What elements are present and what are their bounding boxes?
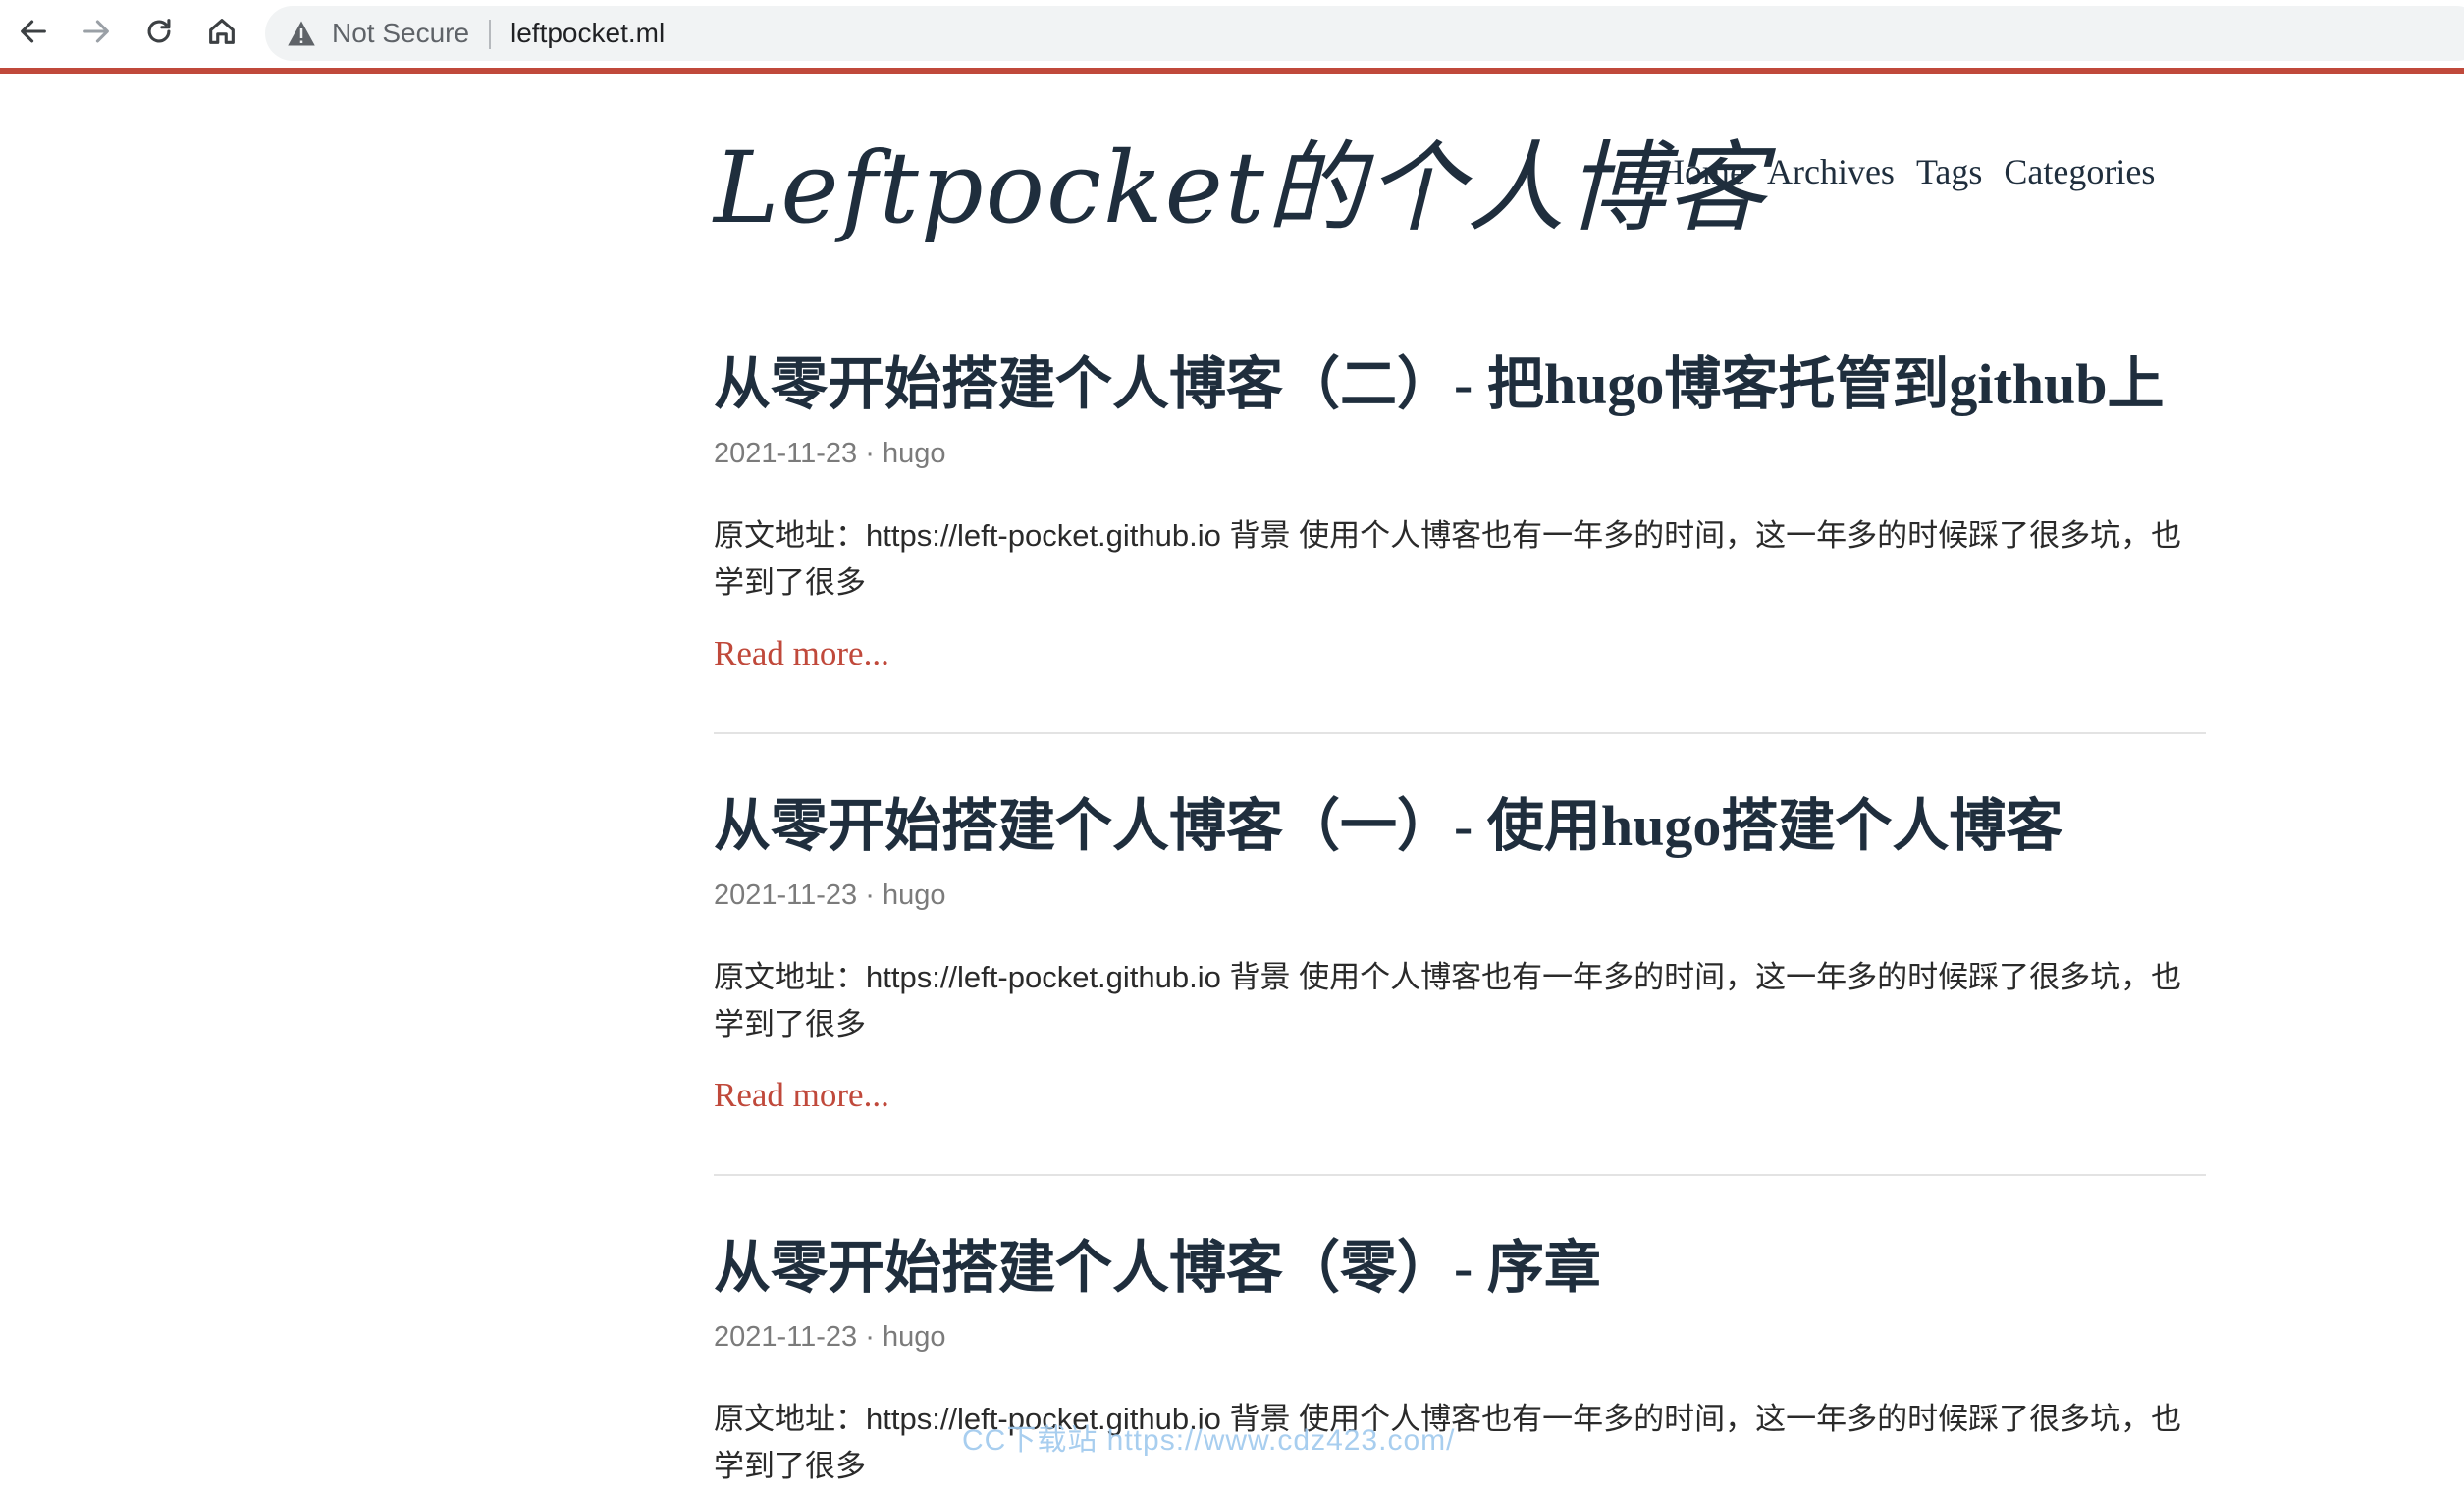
back-arrow-icon — [21, 20, 46, 43]
post-item: 从零开始搭建个人博客（零）- 序章 2021-11-23 · hugo 原文地址… — [714, 1229, 2206, 1490]
back-button[interactable] — [10, 8, 57, 55]
post-meta: 2021-11-23 · hugo — [714, 1321, 946, 1353]
read-more-link[interactable]: Read more... — [714, 1072, 889, 1119]
post-divider — [714, 732, 2206, 734]
reload-icon — [147, 19, 171, 43]
nav-categories[interactable]: Categories — [2004, 147, 2155, 196]
reload-button[interactable] — [135, 8, 183, 55]
post-excerpt: 原文地址：https://left-pocket.github.io 背景 使用… — [714, 1402, 2182, 1483]
read-more-link[interactable]: Read more... — [714, 630, 889, 677]
nav-home[interactable]: Home — [1659, 147, 1745, 196]
site-nav: Home Archives Tags Categories — [1659, 147, 2155, 196]
post-meta: 2021-11-23 · hugo — [714, 879, 946, 911]
security-status[interactable]: Not Secure — [332, 6, 469, 61]
post-item: 从零开始搭建个人博客（二）- 把hugo博客托管到github上 2021-11… — [714, 346, 2206, 677]
accent-bar — [0, 68, 2464, 74]
address-bar[interactable]: Not Secure leftpocket.ml — [265, 6, 2464, 61]
post-meta: 2021-11-23 · hugo — [714, 438, 946, 469]
post-item: 从零开始搭建个人博客（一）- 使用hugo搭建个人博客 2021-11-23 ·… — [714, 787, 2206, 1119]
home-button[interactable] — [198, 8, 245, 55]
site-title[interactable]: Leftpocket的个人博客 — [714, 120, 1767, 257]
nav-archives[interactable]: Archives — [1767, 147, 1895, 196]
post-title[interactable]: 从零开始搭建个人博客（二）- 把hugo博客托管到github上 — [714, 346, 2206, 424]
url-text[interactable]: leftpocket.ml — [510, 6, 665, 61]
forward-arrow-icon — [83, 20, 109, 43]
address-divider — [489, 20, 491, 49]
post-title[interactable]: 从零开始搭建个人博客（一）- 使用hugo搭建个人博客 — [714, 787, 2206, 866]
warning-icon[interactable] — [287, 20, 316, 47]
post-divider — [714, 1174, 2206, 1176]
browser-toolbar: Not Secure leftpocket.ml — [0, 0, 2464, 69]
forward-button[interactable] — [73, 8, 120, 55]
post-title[interactable]: 从零开始搭建个人博客（零）- 序章 — [714, 1229, 2206, 1307]
watermark: CC下载站 https://www.cdz423.com/ — [962, 1424, 1456, 1457]
home-icon — [209, 19, 235, 44]
post-excerpt: 原文地址：https://left-pocket.github.io 背景 使用… — [714, 960, 2182, 1041]
post-excerpt: 原文地址：https://left-pocket.github.io 背景 使用… — [714, 518, 2182, 600]
nav-tags[interactable]: Tags — [1916, 147, 1982, 196]
